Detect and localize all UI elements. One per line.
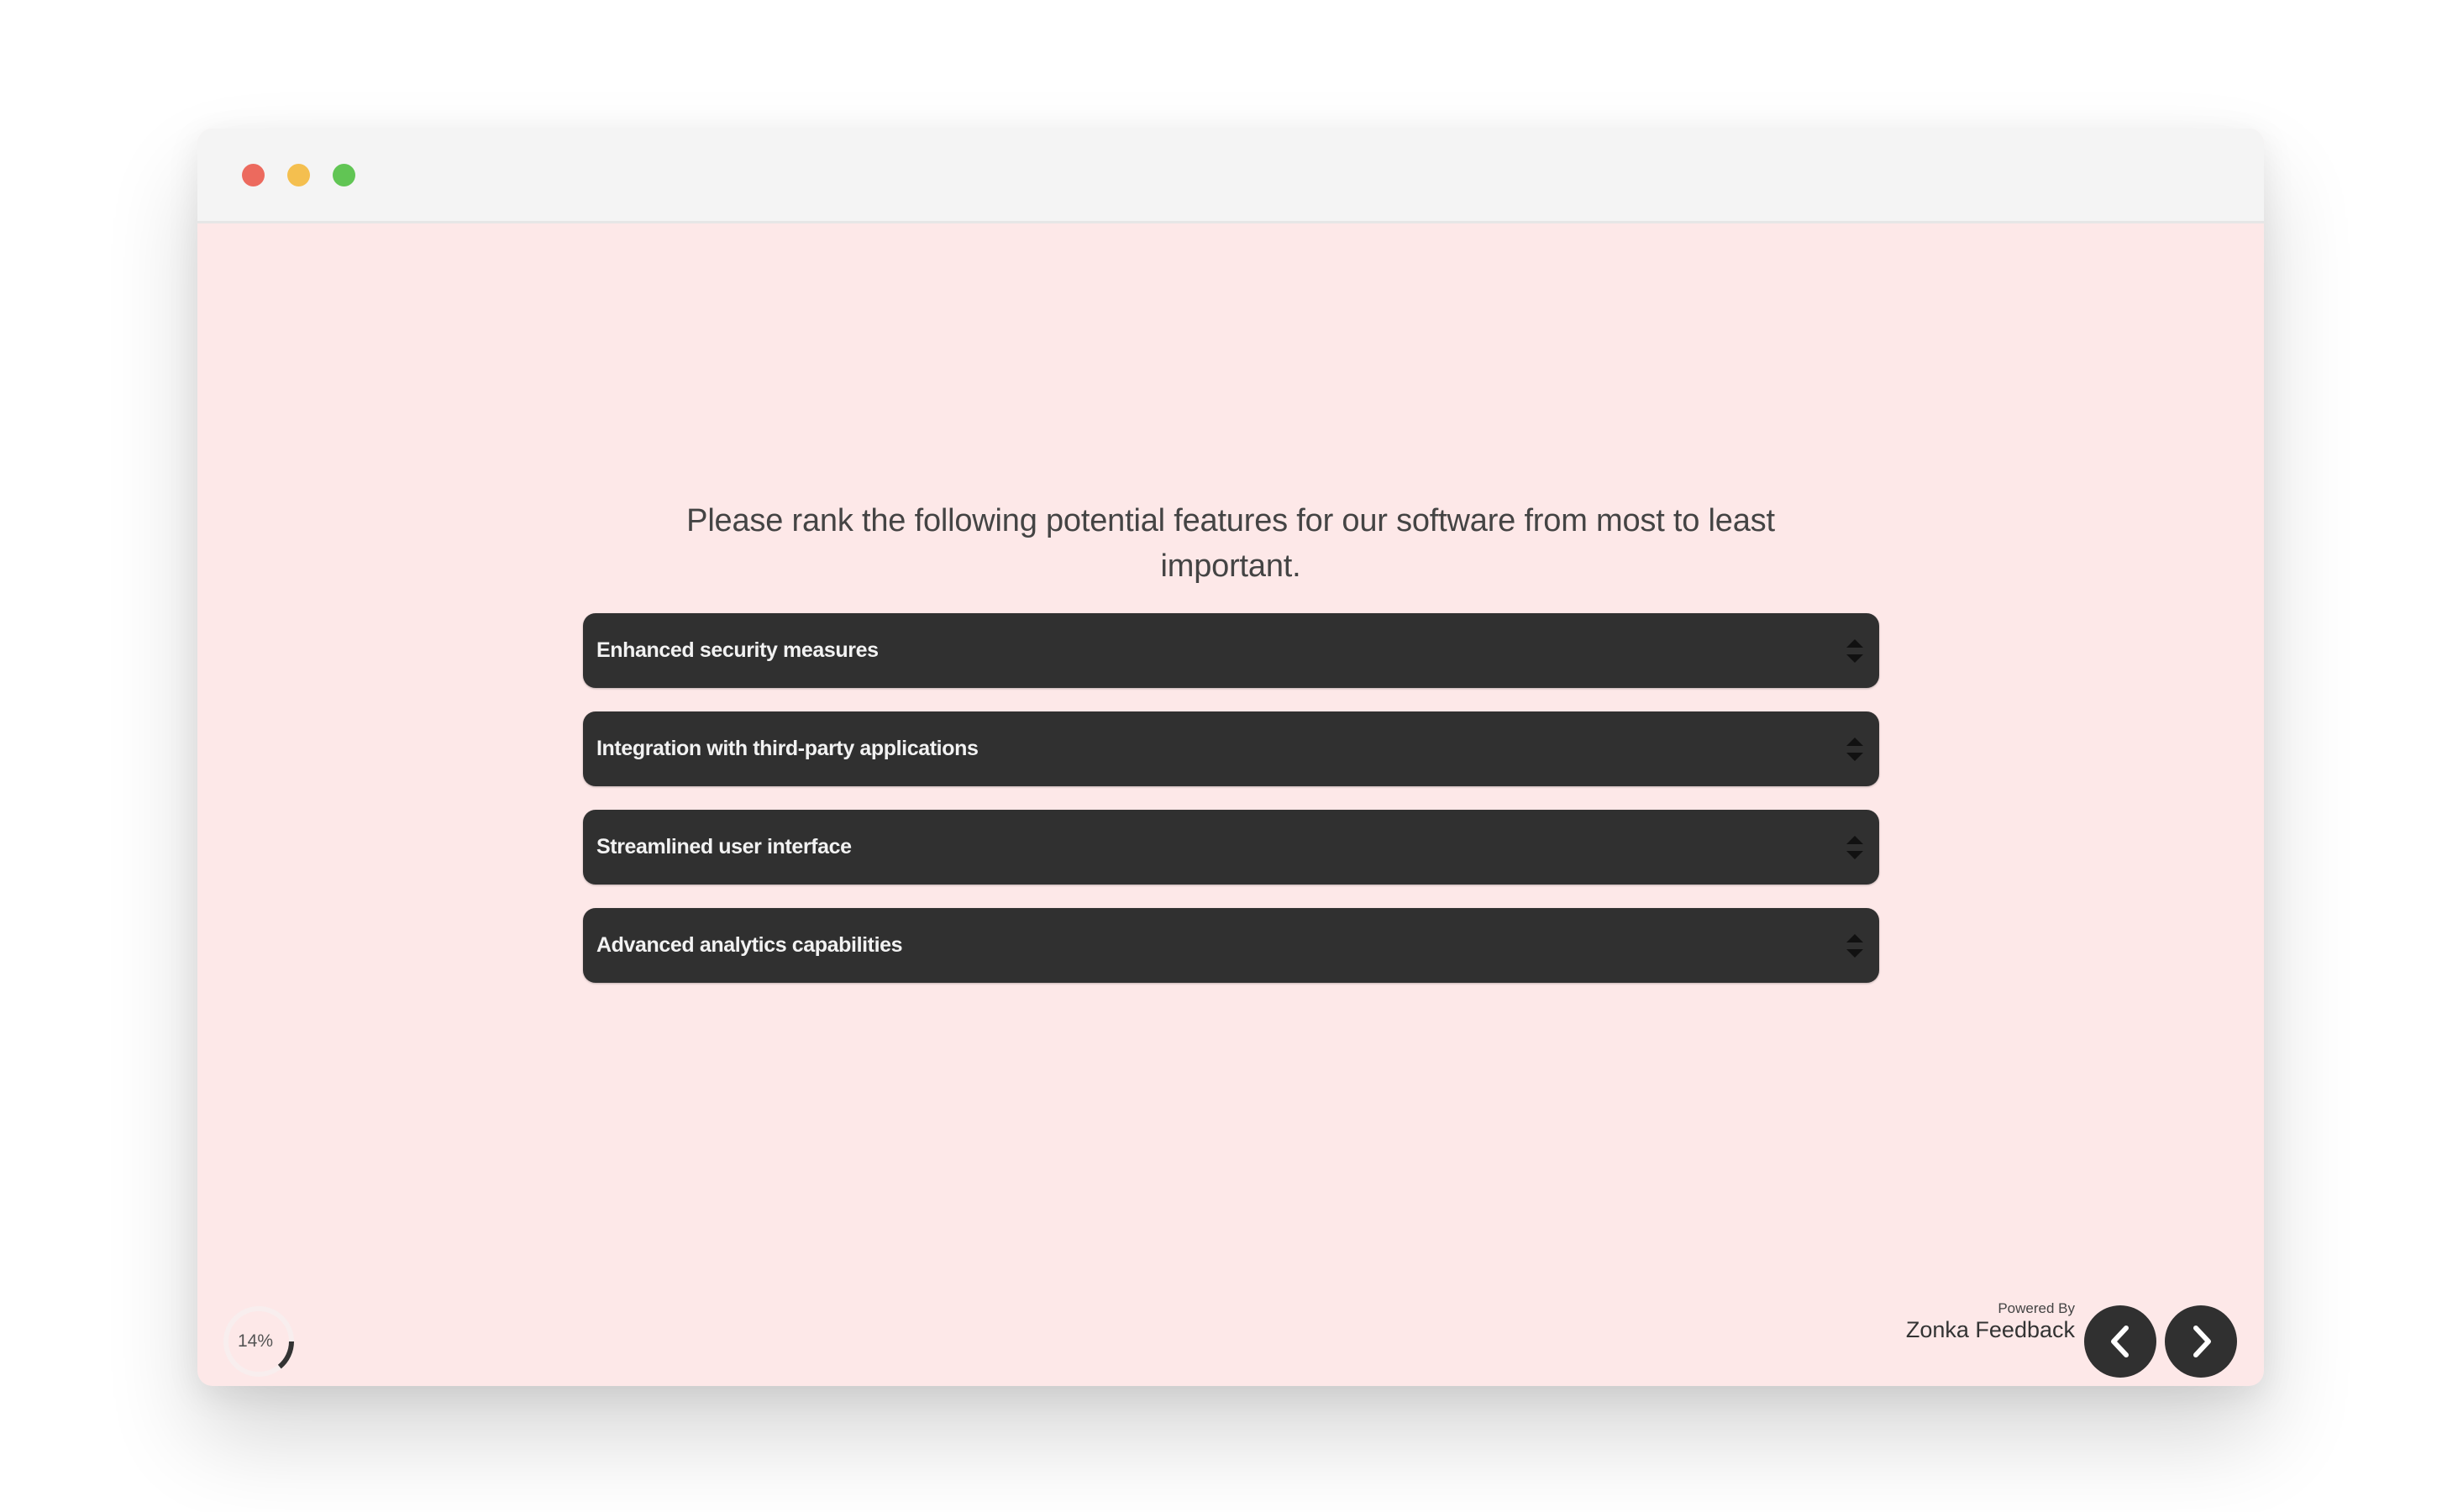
rank-item-third-party-integration[interactable]: Integration with third-party application… xyxy=(583,711,1879,786)
sort-arrows-icon[interactable] xyxy=(1846,737,1864,762)
sort-arrows-icon[interactable] xyxy=(1846,638,1864,664)
sort-arrows-icon[interactable] xyxy=(1846,933,1864,958)
chevron-right-icon xyxy=(2193,1326,2211,1357)
question-line-1: Please rank the following potential feat… xyxy=(686,503,1775,538)
powered-by-label: Powered By xyxy=(1998,1300,2075,1316)
close-window-button[interactable] xyxy=(242,164,265,186)
powered-by-branding[interactable]: Powered By Zonka Feedback xyxy=(1906,1300,2075,1342)
rank-item-advanced-analytics[interactable]: Advanced analytics capabilities xyxy=(583,908,1879,983)
browser-window: Please rank the following potential feat… xyxy=(197,129,2264,1386)
survey-page: Please rank the following potential feat… xyxy=(197,223,2264,1386)
question-title: Please rank the following potential feat… xyxy=(575,498,1886,589)
rank-item-streamlined-ui[interactable]: Streamlined user interface xyxy=(583,810,1879,885)
minimize-window-button[interactable] xyxy=(287,164,310,186)
sort-arrows-icon[interactable] xyxy=(1846,835,1864,860)
title-bar xyxy=(197,129,2264,223)
rank-item-label: Streamlined user interface xyxy=(596,835,852,858)
progress-indicator: 14% xyxy=(223,1305,295,1378)
rank-item-label: Enhanced security measures xyxy=(596,638,879,662)
rank-item-enhanced-security[interactable]: Enhanced security measures xyxy=(583,613,1879,688)
previous-button[interactable] xyxy=(2084,1305,2156,1378)
rank-item-label: Advanced analytics capabilities xyxy=(596,933,903,957)
progress-percent-label: 14% xyxy=(237,1331,274,1351)
maximize-window-button[interactable] xyxy=(333,164,355,186)
brand-name: Zonka Feedback xyxy=(1905,1317,2075,1342)
question-line-2: important. xyxy=(1160,549,1301,584)
rank-item-label: Integration with third-party application… xyxy=(596,737,979,760)
next-button[interactable] xyxy=(2165,1305,2237,1378)
ranking-list: Enhanced security measures Integration w… xyxy=(583,613,1879,1006)
chevron-left-icon xyxy=(2111,1326,2129,1357)
